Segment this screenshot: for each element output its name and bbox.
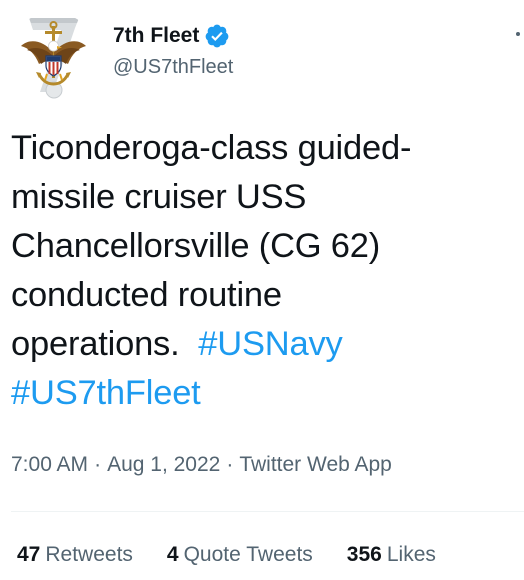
tweet-source[interactable]: Twitter Web App	[239, 453, 392, 476]
tweet-text: Ticonderoga-class guided- missile cruise…	[11, 124, 516, 418]
verified-badge-icon	[204, 23, 230, 49]
quote-tweets-count: 4	[166, 543, 179, 566]
hashtag-link[interactable]: #USNavy	[198, 325, 343, 363]
divider	[11, 511, 524, 512]
likes-count: 356	[346, 543, 382, 566]
tweet-text-line: Chancellorsville (CG 62)	[11, 227, 381, 265]
tweet-meta: 7:00 AM · Aug 1, 2022 · Twitter Web App	[11, 451, 392, 479]
quote-tweets-label: Quote Tweets	[183, 543, 313, 566]
more-options-icon[interactable]	[516, 32, 522, 38]
likes-stat[interactable]: 356 Likes	[347, 541, 436, 569]
tweet-time[interactable]: 7:00 AM	[11, 453, 88, 476]
tweet-text-line: Ticonderoga-class guided-	[11, 129, 412, 167]
avatar[interactable]	[9, 12, 97, 100]
navy-eagle-anchor-emblem-icon	[9, 12, 97, 100]
tweet-text-line: #US7thFleet	[11, 369, 516, 418]
meta-separator: ·	[226, 453, 234, 476]
retweets-count: 47	[17, 543, 41, 566]
retweets-label: Retweets	[45, 543, 133, 566]
user-block: 7th Fleet @US7thFleet	[113, 22, 233, 81]
display-name[interactable]: 7th Fleet	[113, 22, 199, 50]
quote-tweets-stat[interactable]: 4 Quote Tweets	[167, 541, 313, 569]
likes-label: Likes	[386, 543, 436, 566]
engagement-stats: 47 Retweets 4 Quote Tweets 356 Likes	[17, 541, 436, 569]
retweets-stat[interactable]: 47 Retweets	[17, 541, 133, 569]
user-handle[interactable]: @US7thFleet	[113, 53, 233, 81]
tweet-text-line: conducted routine	[11, 276, 282, 314]
meta-separator: ·	[94, 453, 102, 476]
tweet-text-line-with-hashtag: operations. #USNavy	[11, 320, 516, 369]
tweet-date[interactable]: Aug 1, 2022	[107, 453, 220, 476]
tweet-text-line: missile cruiser USS	[11, 178, 307, 216]
hashtag-link[interactable]: #US7thFleet	[11, 374, 201, 412]
name-row: 7th Fleet	[113, 22, 233, 50]
tweet-text-fragment: operations.	[11, 325, 199, 363]
tweet-detail: 7th Fleet @US7thFleet Ticonderoga-class …	[0, 0, 524, 580]
